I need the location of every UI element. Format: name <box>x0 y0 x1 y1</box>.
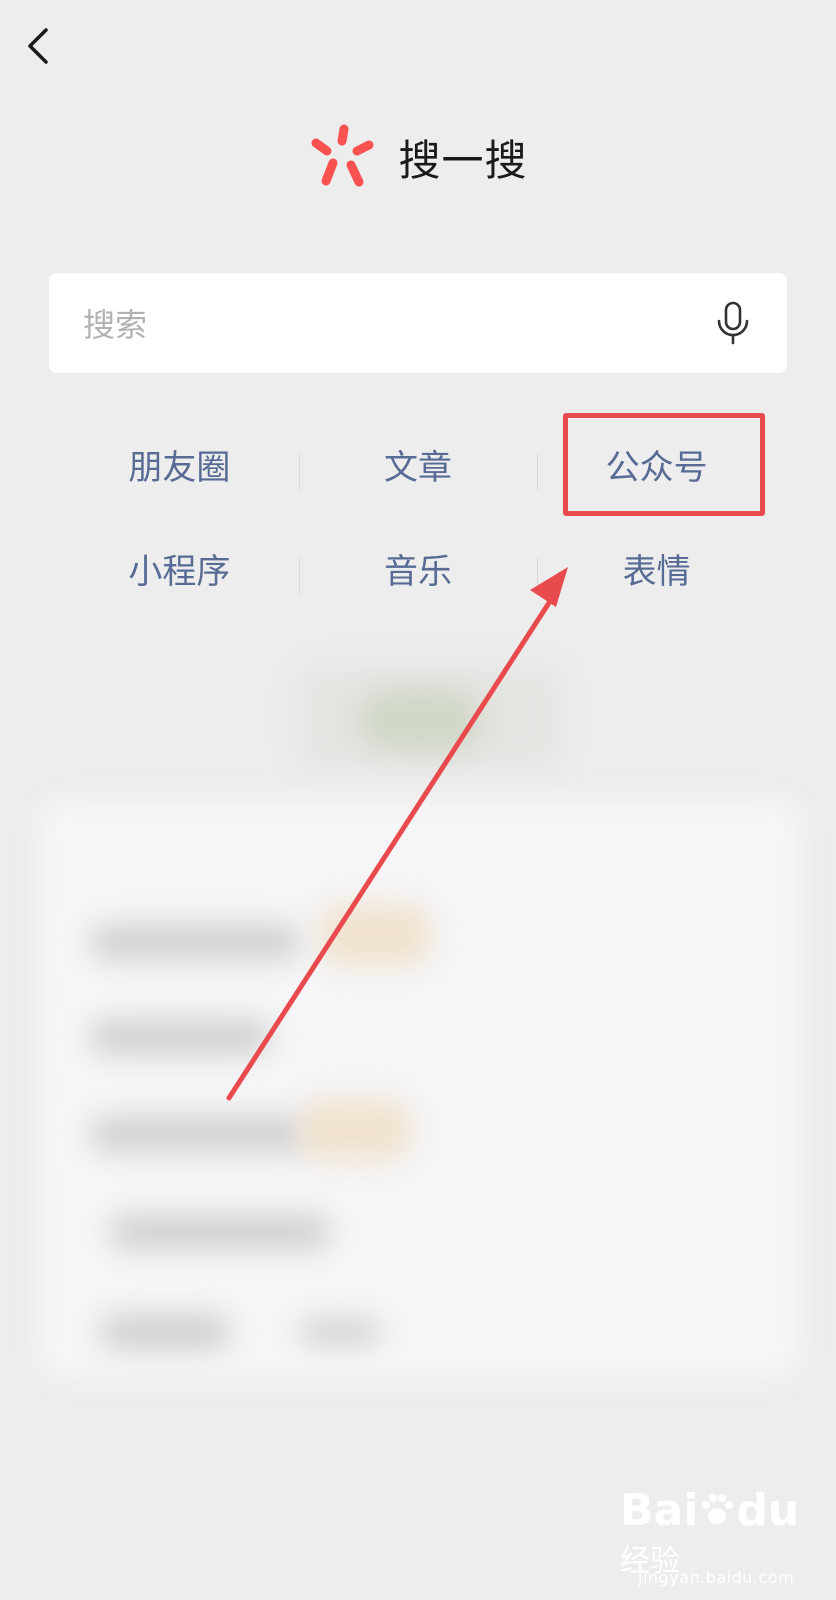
blurred-list-thumb <box>300 1100 410 1160</box>
blurred-list-line <box>100 1315 230 1349</box>
category-mini-programs[interactable]: 小程序 <box>60 542 299 602</box>
search-input[interactable]: 搜索 <box>49 273 787 373</box>
blurred-list-line <box>110 1215 330 1249</box>
blurred-list-line <box>90 1020 270 1054</box>
annotation-highlight-box <box>563 413 765 516</box>
back-button[interactable] <box>18 20 66 72</box>
page-header: 搜一搜 <box>0 122 836 192</box>
category-moments[interactable]: 朋友圈 <box>60 438 299 498</box>
microphone-icon[interactable] <box>713 299 753 347</box>
search-placeholder: 搜索 <box>83 306 148 344</box>
sou-yi-sou-logo-icon <box>311 124 374 187</box>
category-stickers[interactable]: 表情 <box>537 542 776 602</box>
watermark-url: jingyan.baidu.com <box>638 1568 795 1587</box>
category-row-2: 小程序 音乐 表情 <box>60 542 776 602</box>
blurred-list-thumb <box>320 905 430 965</box>
blurred-content-card <box>40 800 800 1380</box>
chevron-left-icon <box>28 28 48 64</box>
blurred-banner-accent <box>360 690 480 750</box>
blurred-list-line <box>90 925 300 959</box>
category-articles[interactable]: 文章 <box>298 438 538 498</box>
watermark-brand: Bai <box>620 1485 699 1536</box>
blurred-list-line <box>300 1320 380 1344</box>
page-title: 搜一搜 <box>398 135 528 185</box>
paw-icon <box>702 1494 734 1524</box>
category-music[interactable]: 音乐 <box>298 542 538 602</box>
watermark-brand-2: du <box>736 1485 800 1536</box>
blurred-list-line <box>90 1117 310 1151</box>
